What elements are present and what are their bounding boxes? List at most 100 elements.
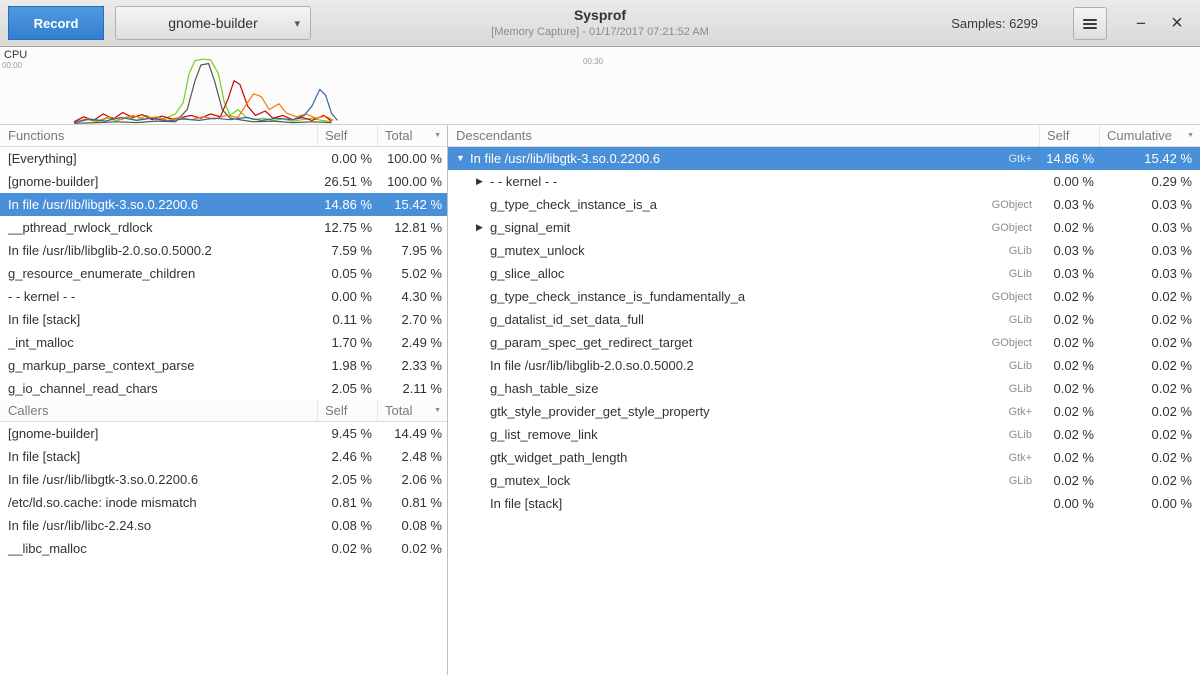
descendants-self-column-header[interactable]: Self bbox=[1040, 125, 1100, 146]
menu-button[interactable] bbox=[1073, 7, 1107, 40]
table-row[interactable]: In file [stack] 0.11 % 2.70 % bbox=[0, 308, 447, 331]
callers-self-column-header[interactable]: Self bbox=[318, 400, 378, 421]
descendant-name-cell: g_type_check_instance_is_fundamentally_a… bbox=[448, 289, 1040, 304]
caller-name: /etc/ld.so.cache: inode mismatch bbox=[0, 495, 318, 510]
descendant-name: g_type_check_instance_is_a bbox=[490, 197, 657, 212]
table-row[interactable]: In file /usr/lib/libgtk-3.so.0.2200.6 2.… bbox=[0, 468, 447, 491]
descendant-name-cell: ▼ In file /usr/lib/libgtk-3.so.0.2200.6 … bbox=[448, 151, 1040, 166]
table-row[interactable]: g_param_spec_get_redirect_target GObject… bbox=[448, 331, 1200, 354]
table-row[interactable]: ▶ g_signal_emit GObject 0.02 % 0.03 % bbox=[448, 216, 1200, 239]
hamburger-menu-icon bbox=[1083, 19, 1097, 29]
functions-column-header[interactable]: Functions bbox=[0, 125, 318, 146]
process-selector-label: gnome-builder bbox=[168, 15, 258, 31]
tree-expander-icon[interactable]: ▶ bbox=[476, 177, 490, 186]
library-badge: GObject bbox=[992, 222, 1040, 234]
left-pane-empty-area bbox=[0, 560, 447, 675]
table-row[interactable]: In file /usr/lib/libglib-2.0.so.0.5000.2… bbox=[0, 239, 447, 262]
table-row[interactable]: g_mutex_lock GLib 0.02 % 0.02 % bbox=[448, 469, 1200, 492]
self-percent: 0.02 % bbox=[1040, 404, 1100, 419]
callers-table: [gnome-builder] 9.45 % 14.49 % In file [… bbox=[0, 422, 447, 560]
descendant-name-cell: g_param_spec_get_redirect_target GObject bbox=[448, 335, 1040, 350]
total-percent: 12.81 % bbox=[378, 220, 447, 235]
self-percent: 0.02 % bbox=[1040, 427, 1100, 442]
table-row[interactable]: g_type_check_instance_is_fundamentally_a… bbox=[448, 285, 1200, 308]
table-row[interactable]: g_resource_enumerate_children 0.05 % 5.0… bbox=[0, 262, 447, 285]
descendant-name: g_list_remove_link bbox=[490, 427, 598, 442]
table-row[interactable]: g_io_channel_read_chars 2.05 % 2.11 % bbox=[0, 377, 447, 400]
total-percent: 100.00 % bbox=[378, 174, 447, 189]
descendant-name: g_param_spec_get_redirect_target bbox=[490, 335, 692, 350]
table-row[interactable]: g_markup_parse_context_parse 1.98 % 2.33… bbox=[0, 354, 447, 377]
table-row[interactable]: g_mutex_unlock GLib 0.03 % 0.03 % bbox=[448, 239, 1200, 262]
table-row[interactable]: In file [stack] 0.00 % 0.00 % bbox=[448, 492, 1200, 515]
functions-self-column-header[interactable]: Self bbox=[318, 125, 378, 146]
table-row[interactable]: [Everything] 0.00 % 100.00 % bbox=[0, 147, 447, 170]
minimize-button[interactable]: − bbox=[1126, 7, 1156, 40]
table-row[interactable]: - - kernel - - 0.00 % 4.30 % bbox=[0, 285, 447, 308]
function-name: [Everything] bbox=[0, 151, 318, 166]
self-percent: 26.51 % bbox=[318, 174, 378, 189]
table-row[interactable]: g_list_remove_link GLib 0.02 % 0.02 % bbox=[448, 423, 1200, 446]
self-percent: 0.81 % bbox=[318, 495, 378, 510]
self-percent: 0.02 % bbox=[1040, 289, 1100, 304]
table-row[interactable]: gtk_widget_path_length Gtk+ 0.02 % 0.02 … bbox=[448, 446, 1200, 469]
table-row[interactable]: __libc_malloc 0.02 % 0.02 % bbox=[0, 537, 447, 560]
caller-name: In file /usr/lib/libc-2.24.so bbox=[0, 518, 318, 533]
table-row[interactable]: gtk_style_provider_get_style_property Gt… bbox=[448, 400, 1200, 423]
table-row[interactable]: g_hash_table_size GLib 0.02 % 0.02 % bbox=[448, 377, 1200, 400]
self-percent: 0.02 % bbox=[1040, 220, 1100, 235]
total-percent: 2.49 % bbox=[378, 335, 447, 350]
callers-column-header[interactable]: Callers bbox=[0, 400, 318, 421]
functions-total-column-header[interactable]: Total ▼ bbox=[378, 125, 447, 146]
tree-expander-icon[interactable]: ▶ bbox=[476, 223, 490, 232]
cpu-usage-graph[interactable]: CPU 00:00 00:30 bbox=[0, 47, 1200, 125]
samples-count: Samples: 6299 bbox=[951, 0, 1038, 47]
table-row[interactable]: __pthread_rwlock_rdlock 12.75 % 12.81 % bbox=[0, 216, 447, 239]
record-button[interactable]: Record bbox=[8, 6, 104, 40]
table-row[interactable]: g_slice_alloc GLib 0.03 % 0.03 % bbox=[448, 262, 1200, 285]
self-percent: 0.02 % bbox=[1040, 450, 1100, 465]
table-row[interactable]: In file /usr/lib/libgtk-3.so.0.2200.6 14… bbox=[0, 193, 447, 216]
headerbar: Record gnome-builder ▾ Sysprof [Memory C… bbox=[0, 0, 1200, 47]
descendant-name-cell: ▶ g_signal_emit GObject bbox=[448, 220, 1040, 235]
self-percent: 9.45 % bbox=[318, 426, 378, 441]
table-row[interactable]: ▶ - - kernel - - 0.00 % 0.29 % bbox=[448, 170, 1200, 193]
self-percent: 0.02 % bbox=[1040, 473, 1100, 488]
descendants-cumulative-column-header[interactable]: Cumulative ▼ bbox=[1100, 125, 1200, 146]
cumulative-percent: 0.02 % bbox=[1100, 289, 1200, 304]
table-row[interactable]: In file /usr/lib/libglib-2.0.so.0.5000.2… bbox=[448, 354, 1200, 377]
table-row[interactable]: In file [stack] 2.46 % 2.48 % bbox=[0, 445, 447, 468]
descendants-column-header[interactable]: Descendants bbox=[448, 125, 1040, 146]
process-selector-button[interactable]: gnome-builder ▾ bbox=[115, 6, 311, 40]
descendant-name-cell: gtk_style_provider_get_style_property Gt… bbox=[448, 404, 1040, 419]
table-row[interactable]: _int_malloc 1.70 % 2.49 % bbox=[0, 331, 447, 354]
cpu-graph-label: CPU bbox=[4, 49, 27, 61]
self-percent: 7.59 % bbox=[318, 243, 378, 258]
time-label-start: 00:00 bbox=[2, 61, 22, 70]
library-badge: Gtk+ bbox=[1008, 153, 1040, 165]
self-percent: 0.11 % bbox=[318, 312, 378, 327]
functions-table: [Everything] 0.00 % 100.00 % [gnome-buil… bbox=[0, 147, 447, 400]
self-percent: 1.98 % bbox=[318, 358, 378, 373]
total-percent: 0.02 % bbox=[378, 541, 447, 556]
table-row[interactable]: [gnome-builder] 26.51 % 100.00 % bbox=[0, 170, 447, 193]
descendant-name: In file /usr/lib/libglib-2.0.so.0.5000.2 bbox=[490, 358, 694, 373]
table-row[interactable]: g_datalist_id_set_data_full GLib 0.02 % … bbox=[448, 308, 1200, 331]
tree-expander-icon[interactable]: ▼ bbox=[456, 154, 470, 163]
descendant-name: g_type_check_instance_is_fundamentally_a bbox=[490, 289, 745, 304]
callers-total-column-header[interactable]: Total ▼ bbox=[378, 400, 447, 421]
table-row[interactable]: g_type_check_instance_is_a GObject 0.03 … bbox=[448, 193, 1200, 216]
self-percent: 0.02 % bbox=[1040, 312, 1100, 327]
self-percent: 0.05 % bbox=[318, 266, 378, 281]
table-row[interactable]: In file /usr/lib/libc-2.24.so 0.08 % 0.0… bbox=[0, 514, 447, 537]
cumulative-percent: 0.02 % bbox=[1100, 450, 1200, 465]
cumulative-percent: 0.02 % bbox=[1100, 312, 1200, 327]
close-button[interactable]: × bbox=[1162, 7, 1192, 40]
cumulative-percent: 0.02 % bbox=[1100, 473, 1200, 488]
cumulative-percent: 0.03 % bbox=[1100, 220, 1200, 235]
table-row[interactable]: /etc/ld.so.cache: inode mismatch 0.81 % … bbox=[0, 491, 447, 514]
library-badge: GObject bbox=[992, 291, 1040, 303]
table-row[interactable]: [gnome-builder] 9.45 % 14.49 % bbox=[0, 422, 447, 445]
table-row[interactable]: ▼ In file /usr/lib/libgtk-3.so.0.2200.6 … bbox=[448, 147, 1200, 170]
sort-descending-icon: ▼ bbox=[428, 132, 441, 139]
